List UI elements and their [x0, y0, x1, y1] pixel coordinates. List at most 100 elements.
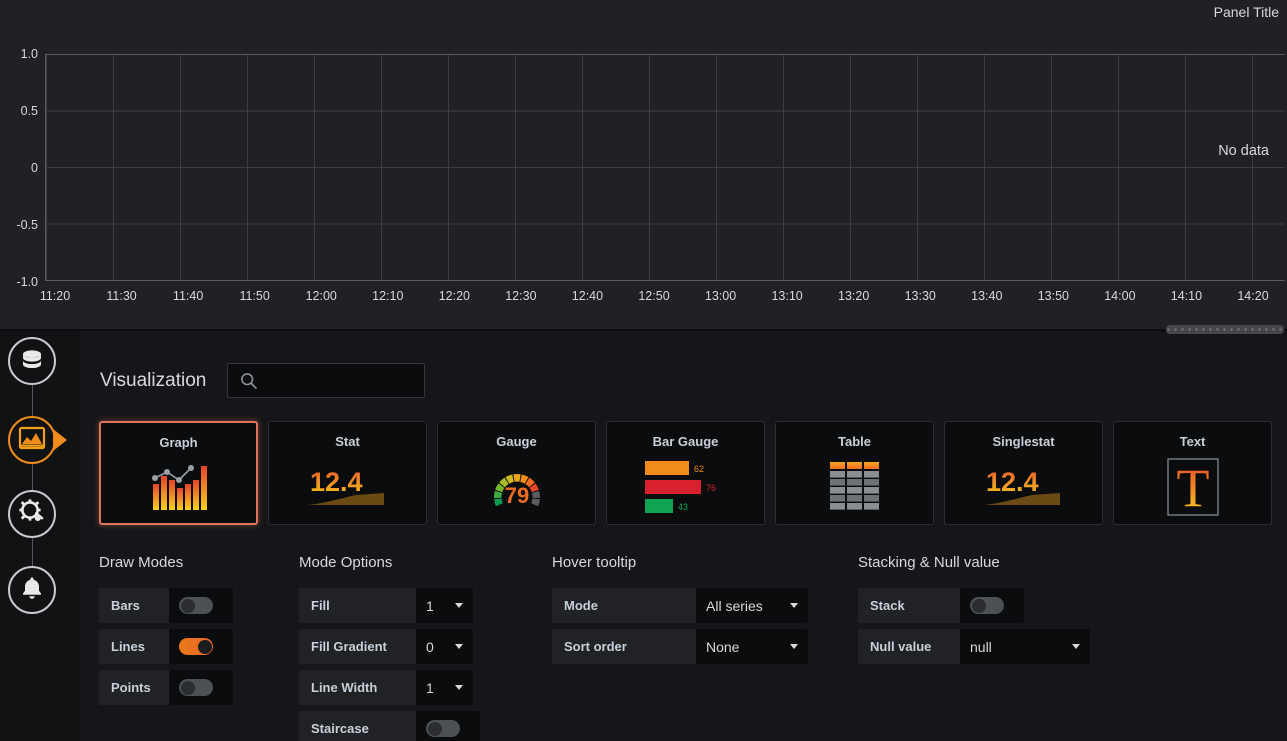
option-control[interactable]: [169, 670, 233, 705]
option-row: Mode All series: [552, 588, 808, 623]
option-label: Fill Gradient: [299, 629, 416, 664]
x-axis-tick-label: 12:50: [638, 289, 670, 303]
chevron-down-icon: [455, 644, 463, 649]
y-axis-tick-label: 0.5: [20, 104, 38, 118]
option-label: Sort order: [552, 629, 696, 664]
select-value: null: [970, 638, 992, 655]
viz-type-card[interactable]: Singlestat 12.4: [944, 421, 1103, 525]
option-control[interactable]: [169, 588, 233, 623]
option-label: Line Width: [299, 670, 416, 705]
visualization-header: Visualization: [100, 363, 426, 398]
option-label: Points: [99, 670, 169, 705]
select-control[interactable]: 1: [426, 588, 463, 623]
x-axis-tick-label: 13:00: [704, 289, 737, 303]
svg-text:76: 76: [706, 483, 716, 493]
viz-type-label: Stat: [335, 434, 360, 449]
visualization-search[interactable]: [227, 363, 426, 398]
queries-tab[interactable]: [8, 337, 56, 385]
option-control[interactable]: [960, 588, 1024, 623]
svg-text:79: 79: [504, 483, 528, 508]
viz-type-card[interactable]: Text T: [1113, 421, 1272, 525]
option-row: Lines: [99, 629, 233, 664]
option-control[interactable]: [416, 711, 480, 741]
viz-type-card[interactable]: Bar Gauge 62 76 43: [606, 421, 765, 525]
editor-tab-rail: [0, 331, 80, 741]
x-axis-tick-label: 12:10: [372, 289, 404, 303]
option-control[interactable]: All series: [696, 588, 808, 623]
option-control[interactable]: null: [960, 629, 1090, 664]
graph-panel: Panel Title 1.0 0.5 0 -0.5 -1.0 11:20 11:30 11…: [0, 0, 1287, 330]
bell-icon: [20, 575, 44, 606]
visualization-options-pane: Visualization Graph Stat 12.4 Gauge 79 Ba…: [80, 341, 1287, 741]
toggle-switch[interactable]: [970, 597, 1004, 614]
general-settings-tab[interactable]: [8, 490, 56, 538]
x-axis-tick-label: 13:50: [1037, 289, 1069, 303]
svg-text:12.4: 12.4: [986, 467, 1039, 497]
option-control[interactable]: [169, 629, 233, 664]
viz-type-label: Table: [838, 434, 871, 449]
svg-text:12.4: 12.4: [310, 467, 363, 497]
toggle-knob: [180, 598, 195, 613]
option-row: Bars: [99, 588, 233, 623]
option-label: Null value: [858, 629, 960, 664]
option-control[interactable]: 1: [416, 670, 473, 705]
option-control[interactable]: None: [696, 629, 808, 664]
panel-header: Panel Title: [0, 0, 1287, 30]
toggle-switch[interactable]: [179, 638, 213, 655]
active-tab-arrow: [53, 429, 67, 451]
x-axis-tick-label: 14:10: [1170, 289, 1203, 303]
x-axis-tick-label: 14:00: [1104, 289, 1136, 303]
table-icon: [776, 454, 933, 520]
toggle-knob: [427, 721, 442, 736]
select-value: None: [706, 638, 740, 655]
select-control[interactable]: None: [706, 629, 798, 664]
chart-gridlines: [45, 54, 1285, 281]
option-label: Lines: [99, 629, 169, 664]
viz-type-card[interactable]: Graph: [99, 421, 258, 525]
viz-type-card[interactable]: Gauge 79: [437, 421, 596, 525]
x-axis-tick-label: 14:20: [1237, 289, 1269, 303]
singlestat-icon: 12.4: [945, 454, 1102, 520]
x-axis-tick-label: 11:20: [39, 289, 71, 303]
toggle-switch[interactable]: [179, 679, 213, 696]
viz-type-label: Bar Gauge: [652, 434, 719, 449]
toggle-knob: [180, 680, 195, 695]
toggle-switch[interactable]: [426, 720, 460, 737]
select-value: 1: [426, 679, 434, 696]
select-control[interactable]: null: [970, 629, 1080, 664]
select-control[interactable]: All series: [706, 588, 798, 623]
option-row: Stack: [858, 588, 1090, 623]
option-label: Stack: [858, 588, 960, 623]
options-section: Hover tooltip Mode All series Sort order Non…: [552, 554, 808, 741]
x-axis-tick-label: 11:40: [172, 289, 204, 303]
chevron-down-icon: [790, 644, 798, 649]
x-axis-tick-label: 13:30: [904, 289, 936, 303]
option-control[interactable]: 0: [416, 629, 473, 664]
panel-resize-handle[interactable]: [1166, 325, 1284, 334]
visualization-tab[interactable]: [8, 416, 56, 464]
toggle-knob: [971, 598, 986, 613]
x-axis-tick-label: 13:40: [971, 289, 1003, 303]
select-control[interactable]: 1: [426, 670, 463, 705]
chart-axis-bottom: [45, 280, 1285, 281]
x-axis-tick-label: 11:30: [106, 289, 137, 303]
y-axis-tick-label: -1.0: [16, 275, 38, 289]
options-section-title: Draw Modes: [99, 554, 184, 571]
viz-type-card[interactable]: Table: [775, 421, 934, 525]
chart-area-icon: [18, 425, 46, 456]
chevron-down-icon: [790, 603, 798, 608]
toggle-switch[interactable]: [179, 597, 213, 614]
no-data-message: No data: [1218, 143, 1269, 159]
option-control[interactable]: 1: [416, 588, 473, 623]
plot-area: 1.0 0.5 0 -0.5 -1.0 11:20 11:30 11:40 11:50 12:0…: [0, 30, 1287, 329]
viz-type-card[interactable]: Stat 12.4: [268, 421, 427, 525]
options-section-title: Stacking & Null value: [858, 554, 1000, 571]
select-control[interactable]: 0: [426, 629, 463, 664]
y-axis-tick-label: 1.0: [20, 47, 38, 61]
y-axis-tick-label: 0: [31, 161, 38, 175]
chevron-down-icon: [1072, 644, 1080, 649]
text-icon: T: [1114, 454, 1271, 520]
panel-title[interactable]: Panel Title: [1214, 4, 1279, 20]
option-label: Staircase: [299, 711, 416, 741]
alerts-tab[interactable]: [8, 566, 56, 614]
